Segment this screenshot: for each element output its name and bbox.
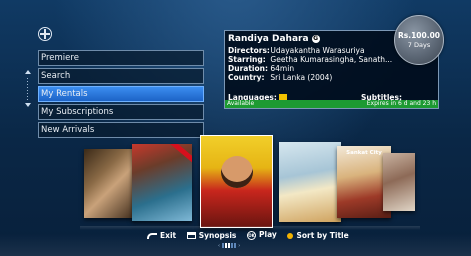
pager-bar: [222, 243, 225, 248]
poster-carousel: Sankat City: [0, 0, 471, 256]
pager-bar: [231, 243, 234, 248]
remote-hints-bar: Exit Synopsis OK Play Sort by Title: [147, 230, 357, 242]
poster-5-title: Sankat City: [346, 150, 382, 156]
sort-hint[interactable]: Sort by Title: [287, 230, 349, 240]
pager-left-icon[interactable]: ‹: [218, 243, 220, 249]
synopsis-label: Synopsis: [198, 230, 237, 240]
sort-label: Sort by Title: [296, 230, 349, 240]
back-arrow-icon: [147, 232, 157, 239]
poster-2[interactable]: [132, 144, 192, 221]
poster-face-art: [221, 156, 253, 188]
pager-bar-active: [228, 243, 231, 248]
yellow-button-icon: [287, 232, 294, 239]
pager-bar: [234, 243, 237, 248]
poster-6[interactable]: [383, 153, 415, 211]
poster-ribbon: [169, 144, 192, 164]
poster-1[interactable]: [84, 149, 136, 218]
pager-right-icon[interactable]: ›: [238, 243, 240, 249]
synopsis-hint[interactable]: Synopsis: [186, 230, 237, 240]
play-label: Play: [259, 230, 277, 240]
poster-4[interactable]: [279, 142, 341, 222]
pager-bar-active: [225, 243, 228, 248]
play-hint[interactable]: OK Play: [247, 230, 277, 240]
poster-selected[interactable]: [200, 135, 273, 228]
carousel-pager: ‹ ›: [218, 243, 240, 249]
exit-label: Exit: [160, 230, 177, 240]
exit-hint[interactable]: Exit: [147, 231, 176, 240]
ok-button-icon: OK: [247, 230, 257, 240]
synopsis-icon: [186, 232, 196, 239]
